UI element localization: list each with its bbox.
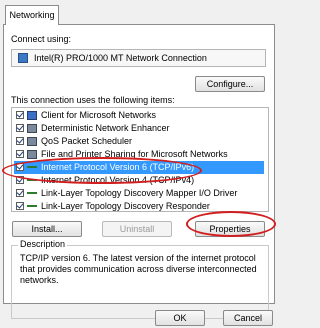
checkbox[interactable] [16, 202, 24, 210]
client-icon [27, 111, 37, 120]
protocol-icon [27, 205, 37, 207]
list-item-label: Deterministic Network Enhancer [41, 123, 170, 133]
configure-button[interactable]: Configure... [195, 76, 265, 92]
list-item-label: Link-Layer Topology Discovery Responder [41, 201, 210, 211]
uninstall-button[interactable]: Uninstall [102, 221, 172, 237]
list-item[interactable]: Deterministic Network Enhancer [14, 122, 264, 135]
service-icon [27, 137, 37, 146]
network-adapter-icon [18, 53, 28, 63]
connect-using-label: Connect using: [11, 34, 72, 44]
items-label: This connection uses the following items… [11, 95, 175, 105]
list-item-label: QoS Packet Scheduler [41, 136, 133, 146]
ok-button[interactable]: OK [155, 310, 205, 326]
protocol-icon [27, 192, 37, 194]
list-item-label: Link-Layer Topology Discovery Mapper I/O… [41, 188, 238, 198]
list-item[interactable]: QoS Packet Scheduler [14, 135, 264, 148]
list-item[interactable]: Client for Microsoft Networks [14, 109, 264, 122]
checkbox[interactable] [16, 137, 24, 145]
install-button[interactable]: Install... [12, 221, 82, 237]
highlight-ellipse-properties [186, 211, 276, 237]
list-item-label: Client for Microsoft Networks [41, 110, 157, 120]
checkbox[interactable] [16, 124, 24, 132]
checkbox[interactable] [16, 189, 24, 197]
checkbox[interactable] [16, 150, 24, 158]
description-text: TCP/IP version 6. The latest version of … [20, 253, 257, 285]
list-item[interactable]: Link-Layer Topology Discovery Mapper I/O… [14, 187, 264, 200]
cancel-button[interactable]: Cancel [223, 310, 273, 326]
description-legend: Description [18, 239, 68, 249]
adapter-field: Intel(R) PRO/1000 MT Network Connection [11, 49, 266, 67]
service-icon [27, 150, 37, 159]
service-icon [27, 124, 37, 133]
tab-networking[interactable]: Networking [5, 5, 59, 25]
highlight-ellipse-ipv6 [2, 157, 202, 184]
checkbox[interactable] [16, 111, 24, 119]
adapter-name: Intel(R) PRO/1000 MT Network Connection [34, 53, 207, 63]
